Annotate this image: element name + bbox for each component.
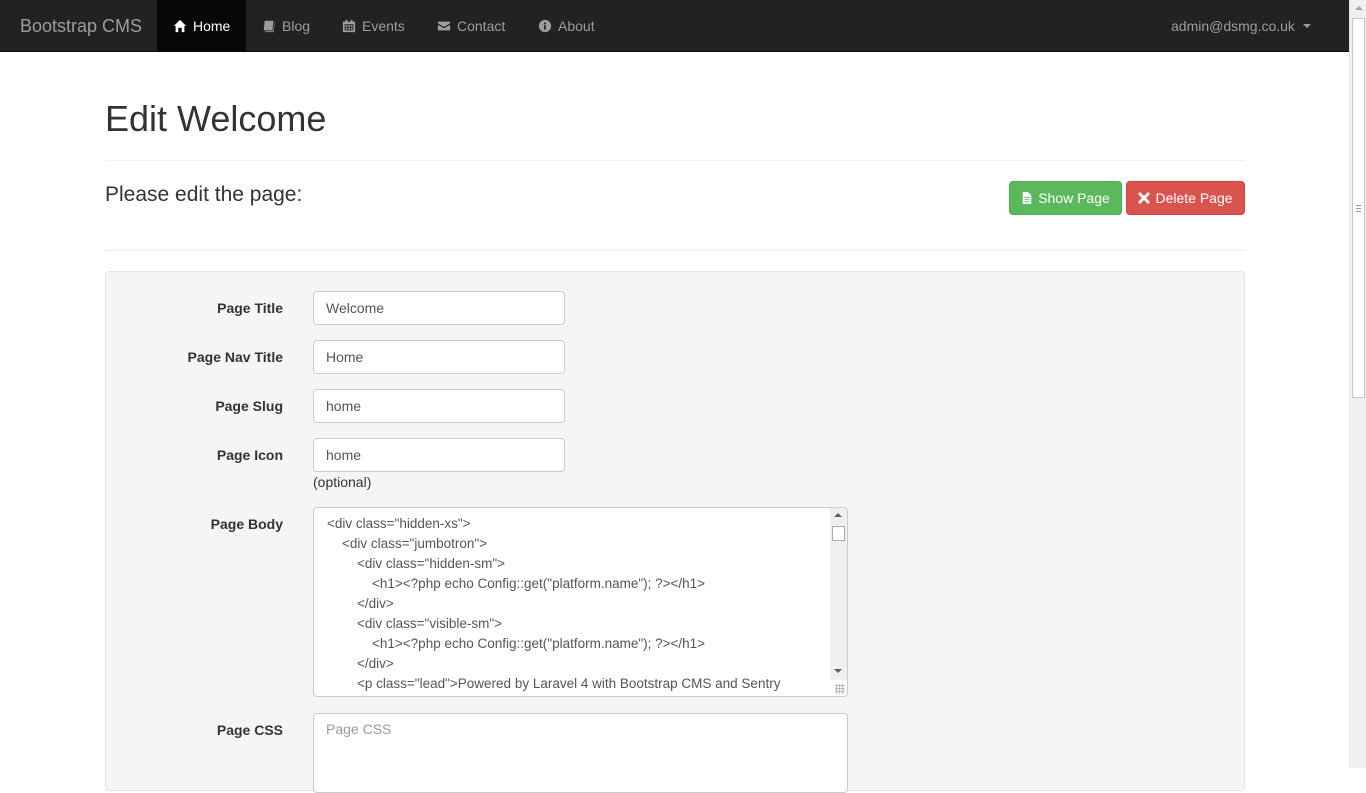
divider [105,250,1245,251]
code-line: <div class="visible-sm"> [327,616,503,631]
nav-item-label: Contact [457,17,506,34]
code-line: <h1><?php echo Config::get("platform.nam… [327,576,706,591]
code-line: <h1><?php echo Config::get("platform.nam… [327,636,706,651]
page-body-textarea[interactable]: <div class="hidden-xs"> <div class="jumb… [313,507,848,697]
navbar: Bootstrap CMS Home Blog Events Contact A… [0,0,1349,52]
nav-item-label: About [558,17,595,34]
show-page-label: Show Page [1038,190,1110,206]
scroll-up-arrow-icon[interactable] [1350,0,1366,17]
scroll-up-arrow-icon[interactable] [834,513,842,517]
code-line: </div> [327,596,394,611]
code-line: <div class="hidden-xs"> [327,516,471,531]
nav-item-events[interactable]: Events [326,0,421,51]
calendar-icon [342,19,356,32]
nav-item-label: Events [362,17,405,34]
page-icon-help: (optional) [313,474,372,490]
divider [105,160,1245,161]
nav-item-label: Home [193,17,231,34]
grip-icon [1356,205,1361,212]
nav-item-blog[interactable]: Blog [246,0,326,51]
brand-link[interactable]: Bootstrap CMS [20,0,142,51]
caret-down-icon [1302,23,1311,28]
show-page-button[interactable]: Show Page [1009,181,1122,215]
page-subtitle: Please edit the page: [105,183,303,206]
delete-page-button[interactable]: Delete Page [1126,181,1245,215]
nav-item-home[interactable]: Home [157,0,247,51]
page-slug-label: Page Slug [215,398,283,414]
page-icon-input[interactable] [313,438,565,472]
resize-handle-icon[interactable] [835,684,845,694]
code-line: </div> [327,656,394,671]
close-icon [1138,192,1151,204]
envelope-icon [437,21,451,30]
page-nav-title-input[interactable] [313,340,565,374]
textarea-scrollbar[interactable] [830,508,847,680]
user-email: admin@dsmg.co.uk [1171,17,1295,34]
page-css-label: Page CSS [216,722,283,738]
code-line: <div class="jumbotron"> [327,536,488,551]
code-line: <div class="hidden-sm"> [327,556,506,571]
nav-item-about[interactable]: About [522,0,611,51]
page-title: Edit Welcome [105,98,327,139]
nav-item-contact[interactable]: Contact [421,0,521,51]
file-icon [1022,192,1032,204]
page-scrollbar[interactable] [1349,0,1366,768]
scroll-thumb[interactable] [1352,18,1365,398]
page-nav-title-label: Page Nav Title [187,349,283,365]
book-icon [263,20,275,32]
page-icon-label: Page Icon [216,447,283,463]
page-title-label: Page Title [217,300,283,316]
delete-page-label: Delete Page [1155,190,1233,206]
nav-item-label: Blog [282,17,311,34]
page-slug-input[interactable] [313,389,565,423]
user-menu[interactable]: admin@dsmg.co.uk [1171,0,1311,51]
scroll-down-arrow-icon[interactable] [834,669,842,673]
page-title-input[interactable] [313,291,565,325]
info-circle-icon [538,19,552,32]
scroll-thumb[interactable] [832,526,845,541]
page-css-textarea[interactable]: Page CSS [313,713,848,793]
home-icon [173,19,187,32]
code-line: <p class="lead">Powered by Laravel 4 wit… [327,676,781,691]
page-body-label: Page Body [210,516,283,532]
